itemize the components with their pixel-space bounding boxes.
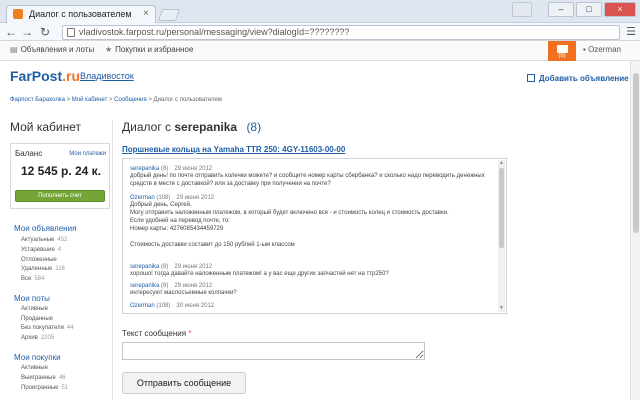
wrench-icon[interactable]: ☰ (626, 25, 636, 38)
breadcrumb-item[interactable]: Фарпост Барахолка (10, 97, 65, 103)
site-topbar: ▤ Объявления и лоты ★ Покупки и избранное (0, 41, 640, 61)
page-icon (67, 28, 75, 37)
scroll-down-icon[interactable]: ▼ (498, 305, 505, 312)
breadcrumb: Фарпост Барахолка > Мой кабинет > Сообще… (10, 97, 222, 103)
close-window-button[interactable]: × (604, 2, 636, 17)
sidebar-section-ads[interactable]: Мои объявления (14, 224, 76, 233)
minimize-button[interactable]: – (548, 2, 574, 17)
tab-close-icon[interactable]: × (143, 8, 149, 19)
back-icon[interactable]: ← (4, 25, 18, 39)
payments-link[interactable]: Мои платежи (69, 151, 106, 157)
sidebar-item[interactable]: Проданные (21, 316, 56, 322)
tab-title: Диалог с пользователем (29, 9, 132, 19)
forward-icon[interactable]: → (20, 25, 34, 39)
ads-link[interactable]: ▤ Объявления и лоты (10, 45, 94, 54)
sidebar-divider (112, 120, 113, 400)
envelope-icon (557, 45, 568, 53)
url-text: vladivostok.farpost.ru/personal/messagin… (79, 27, 350, 37)
purchases-link[interactable]: ★ Покупки и избранное (105, 45, 193, 54)
maximize-button[interactable]: □ (576, 2, 602, 17)
plus-icon (527, 74, 535, 82)
breadcrumb-item[interactable]: Сообщения (114, 97, 147, 103)
city-link[interactable]: Владивосток (80, 71, 134, 81)
sidebar-item[interactable]: Активные (21, 306, 51, 312)
sidebar-item[interactable]: Активные (21, 365, 51, 371)
sidebar-section-purchases[interactable]: Мои покупки (14, 353, 61, 362)
message: serepanika (8) 29 июня 2012 интересуют ма… (130, 283, 237, 296)
reload-icon[interactable]: ↻ (38, 25, 52, 39)
topup-button[interactable]: Пополнить счет (15, 190, 105, 202)
breadcrumb-item[interactable]: Мой кабинет (72, 97, 108, 103)
browser-titlebar: Диалог с пользователем × – □ × (0, 0, 640, 23)
page-scroll-thumb[interactable] (633, 73, 639, 233)
browser-toolbar: ← → ↻ vladivostok.farpost.ru/personal/me… (0, 23, 640, 41)
dialog-username[interactable]: serepanika (174, 120, 237, 134)
scroll-up-icon[interactable]: ▲ (498, 160, 505, 167)
dialog-count: (8) (246, 120, 262, 134)
message: serepanika (8) 29 июня 2012 добрый день! … (130, 166, 485, 187)
new-tab-button[interactable] (157, 9, 181, 21)
scroll-thumb[interactable] (499, 168, 504, 248)
sidebar-item[interactable]: Проигранные 51 (21, 385, 68, 391)
sidebar-item[interactable]: Без покупателя 44 (21, 325, 74, 331)
address-bar[interactable]: vladivostok.farpost.ru/personal/messagin… (62, 25, 620, 40)
messages-button[interactable]: (8) (548, 41, 576, 61)
sidebar-item[interactable]: Отложенные (21, 257, 60, 263)
page-title: Диалог с serepanika (8) (122, 120, 262, 134)
sidebar-item[interactable]: Архив 2205 (21, 335, 54, 341)
add-ad-button[interactable]: Добавить объявление (527, 74, 629, 83)
sidebar-item[interactable]: Актуальные 452 (21, 237, 67, 243)
star-icon: ★ (105, 45, 113, 54)
sidebar-item[interactable]: Выигранные 46 (21, 375, 66, 381)
sidebar-item[interactable]: Устаревшие 4 (21, 247, 61, 253)
list-icon: ▤ (10, 45, 18, 54)
mail-count: (8) (558, 53, 566, 59)
balance-label: Баланс (15, 149, 43, 158)
username-link[interactable]: ▪ Ozerman (583, 45, 621, 54)
sidebar-item[interactable]: Все 584 (21, 276, 44, 282)
reply-textarea[interactable] (122, 342, 425, 360)
sidebar-title: Мой кабинет (10, 120, 82, 134)
page-scrollbar[interactable] (630, 61, 640, 400)
breadcrumb-current: Диалог с пользователем (153, 97, 222, 103)
send-message-button[interactable]: Отправить сообщение (122, 372, 246, 394)
browser-tab[interactable]: Диалог с пользователем × (6, 5, 156, 23)
sidebar-section-lots[interactable]: Мои поты (14, 294, 50, 303)
message-history[interactable]: serepanika (8) 29 июня 2012 добрый день! … (122, 158, 507, 314)
balance-card: Баланс Мои платежи 12 545 р. 24 к. Попол… (10, 143, 110, 209)
message: Ozerman (108) 29 июня 2012 Добрый день, С… (130, 195, 449, 248)
farpost-favicon-icon (13, 9, 23, 19)
message-scrollbar[interactable]: ▲ ▼ (498, 160, 505, 312)
site-logo[interactable]: FarPost.ru (10, 68, 80, 84)
ad-title-link[interactable]: Поршневые кольца на Yamaha TTR 250: 4GY-… (122, 145, 345, 154)
message: serepanika (8) 29 июня 2012 хорошо! тогда… (130, 264, 389, 277)
message: Ozerman (108) 30 июня 2012 (130, 303, 215, 309)
reply-label: Текст сообщения * (122, 329, 192, 338)
sidebar-item[interactable]: Удаленные 116 (21, 266, 65, 272)
profile-icon[interactable] (512, 2, 532, 17)
balance-amount: 12 545 р. 24 к. (20, 164, 102, 178)
